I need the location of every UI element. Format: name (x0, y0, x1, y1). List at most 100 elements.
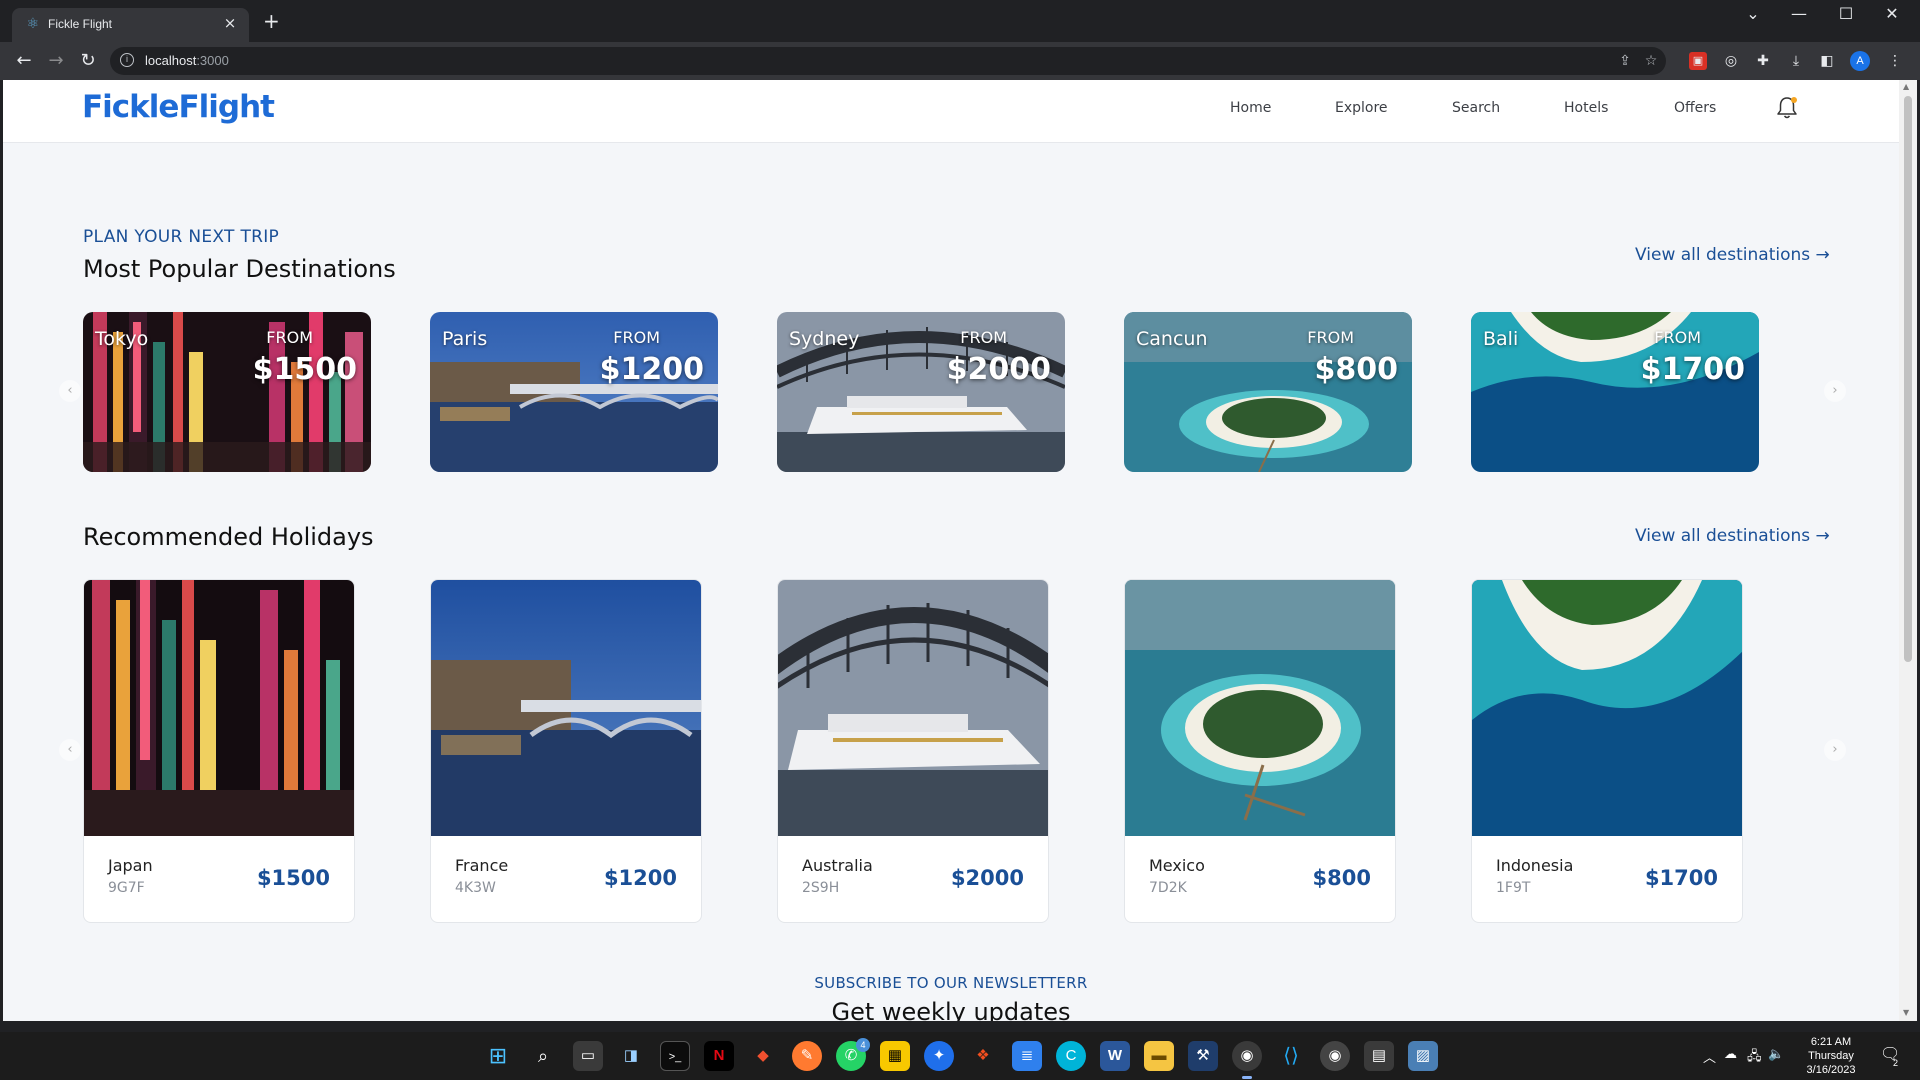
close-window-button[interactable]: ✕ (1872, 4, 1912, 23)
download-icon[interactable]: ⤓ (1787, 52, 1805, 70)
url-text: localhost:3000 (145, 53, 229, 68)
sticky-player-icon[interactable]: ▦ (880, 1041, 910, 1071)
extensions-puzzle-icon[interactable]: ✚ (1754, 52, 1772, 70)
newsletter-title: Get weekly updates (831, 998, 1071, 1021)
nav-search[interactable]: Search (1452, 100, 1500, 116)
destination-price: $1200 (599, 352, 704, 387)
carousel-prev-icon[interactable]: ‹ (59, 380, 81, 402)
holiday-card-japan[interactable]: Japan 9G7F $1500 (83, 579, 355, 923)
scroll-thumb[interactable] (1904, 96, 1912, 662)
holiday-card-mexico[interactable]: Mexico 7D2K $800 (1124, 579, 1396, 923)
destination-card-tokyo[interactable]: Tokyo FROM $1500 (83, 312, 371, 472)
side-panel-icon[interactable]: ◧ (1818, 52, 1836, 70)
holiday-card-australia[interactable]: Australia 2S9H $2000 (777, 579, 1049, 923)
chrome-profile-icon[interactable]: ◉ (1320, 1041, 1350, 1071)
france-photo (431, 580, 701, 836)
extension-target-icon[interactable]: ◎ (1722, 52, 1740, 70)
carousel-next-icon[interactable]: › (1824, 739, 1846, 761)
destination-price: $1500 (252, 352, 357, 387)
browser-tab-bar: ⚛ Fickle Flight × + ⌄ — ☐ ✕ (0, 0, 1920, 42)
australia-photo (778, 580, 1048, 836)
bell-icon[interactable] (1774, 95, 1800, 121)
volume-icon[interactable]: 🔈 (1768, 1047, 1784, 1062)
destination-card-bali[interactable]: Bali FROM $1700 (1471, 312, 1759, 472)
back-arrow-icon[interactable]: ← (13, 51, 35, 71)
task-view-icon[interactable]: ▭ (573, 1041, 603, 1071)
holiday-country: Japan (108, 856, 153, 875)
view-all-destinations-link[interactable]: View all destinations → (1635, 245, 1830, 265)
git-icon[interactable]: ◆ (748, 1041, 778, 1071)
holiday-price: $1700 (1644, 866, 1718, 890)
calculator-icon[interactable]: ▤ (1364, 1041, 1394, 1071)
destination-city: Sydney (789, 328, 860, 350)
scroll-down-icon[interactable]: ▼ (1903, 1008, 1909, 1017)
fickleflight-logo[interactable]: FickleFlight (82, 89, 275, 125)
tab-close-icon[interactable]: × (221, 14, 239, 32)
holiday-card-france[interactable]: France 4K3W $1200 (430, 579, 702, 923)
app-store-icon[interactable]: ✦ (924, 1041, 954, 1071)
onedrive-cloud-icon[interactable]: ☁ (1724, 1047, 1737, 1062)
nav-explore[interactable]: Explore (1335, 100, 1388, 116)
active-app-indicator (1242, 1076, 1252, 1079)
tab-search-chevron-icon[interactable]: ⌄ (1733, 4, 1773, 23)
destination-card-cancun[interactable]: Cancun FROM $800 (1124, 312, 1412, 472)
nav-hotels[interactable]: Hotels (1564, 100, 1608, 116)
clock-date: 3/16/2023 (1806, 1064, 1856, 1076)
holiday-card-indonesia[interactable]: Indonesia 1F9T $1700 (1471, 579, 1743, 923)
maximize-button[interactable]: ☐ (1826, 4, 1866, 23)
file-explorer-icon[interactable]: ▬ (1144, 1041, 1174, 1071)
page-scrollbar[interactable]: ▲ ▼ (1899, 80, 1917, 1021)
windows-start-icon[interactable]: ⊞ (483, 1041, 513, 1071)
sql-studio-icon[interactable]: ⚒ (1188, 1041, 1218, 1071)
forward-arrow-icon[interactable]: → (45, 51, 67, 71)
network-icon[interactable]: 🖧 (1747, 1047, 1762, 1069)
menu-kebab-icon[interactable]: ⋮ (1886, 52, 1904, 70)
newsletter-eyebrow: SUBSCRIBE TO OUR NEWSLETTERR (814, 974, 1088, 992)
notepad-icon[interactable]: ≣ (1012, 1041, 1042, 1071)
vscode-icon[interactable]: ⟨⟩ (1276, 1041, 1306, 1071)
holiday-country: Mexico (1149, 856, 1205, 875)
extension-red-icon[interactable]: ▣ (1689, 52, 1707, 70)
site-info-icon[interactable]: i (120, 53, 134, 67)
word-icon[interactable]: W (1100, 1041, 1130, 1071)
netflix-icon[interactable]: N (704, 1041, 734, 1071)
profile-avatar[interactable]: A (1850, 51, 1870, 71)
screen-tool-icon[interactable]: ▨ (1408, 1041, 1438, 1071)
postman-icon[interactable]: ✎ (792, 1041, 822, 1071)
view-all-destinations-link[interactable]: View all destinations → (1635, 526, 1830, 546)
system-clock[interactable]: 6:21 AM Thursday 3/16/2023 (1791, 1035, 1871, 1077)
new-tab-button[interactable]: + (263, 11, 280, 31)
chrome-icon[interactable]: ◉ (1232, 1041, 1262, 1071)
scroll-up-icon[interactable]: ▲ (1903, 82, 1909, 91)
terminal-icon[interactable]: >_ (660, 1041, 690, 1071)
widgets-icon[interactable]: ◨ (616, 1041, 646, 1071)
section-eyebrow: PLAN YOUR NEXT TRIP (83, 227, 280, 247)
figma-icon[interactable]: ❖ (968, 1041, 998, 1071)
holiday-price: $2000 (950, 866, 1024, 890)
share-icon[interactable]: ⇪ (1616, 52, 1634, 70)
reload-icon[interactable]: ↻ (77, 51, 99, 71)
tray-overflow-chevron-icon[interactable]: ︿ (1703, 1047, 1716, 1066)
destination-city: Tokyo (95, 328, 149, 350)
whatsapp-badge: 4 (856, 1038, 870, 1052)
bookmark-star-icon[interactable]: ☆ (1642, 52, 1660, 70)
destination-card-paris[interactable]: Paris FROM $1200 (430, 312, 718, 472)
from-label: FROM (1654, 328, 1701, 347)
destination-city: Cancun (1136, 328, 1208, 350)
carousel-next-icon[interactable]: › (1824, 380, 1846, 402)
carousel-prev-icon[interactable]: ‹ (59, 739, 81, 761)
from-label: FROM (960, 328, 1007, 347)
destination-price: $800 (1314, 352, 1399, 387)
browser-tab[interactable]: ⚛ Fickle Flight × (12, 8, 249, 42)
search-icon[interactable]: ⌕ (528, 1041, 558, 1071)
page-viewport: FickleFlight Home Explore Search Hotels … (3, 80, 1899, 1021)
holiday-country: Australia (802, 856, 873, 875)
nav-offers[interactable]: Offers (1674, 100, 1716, 116)
from-label: FROM (266, 328, 313, 347)
nav-home[interactable]: Home (1230, 100, 1271, 116)
minimize-button[interactable]: — (1779, 4, 1819, 23)
mexico-photo (1125, 580, 1395, 836)
destination-card-sydney[interactable]: Sydney FROM $2000 (777, 312, 1065, 472)
c-app-icon[interactable]: C (1056, 1041, 1086, 1071)
address-bar[interactable]: i localhost:3000 ⇪ ☆ (110, 47, 1666, 75)
